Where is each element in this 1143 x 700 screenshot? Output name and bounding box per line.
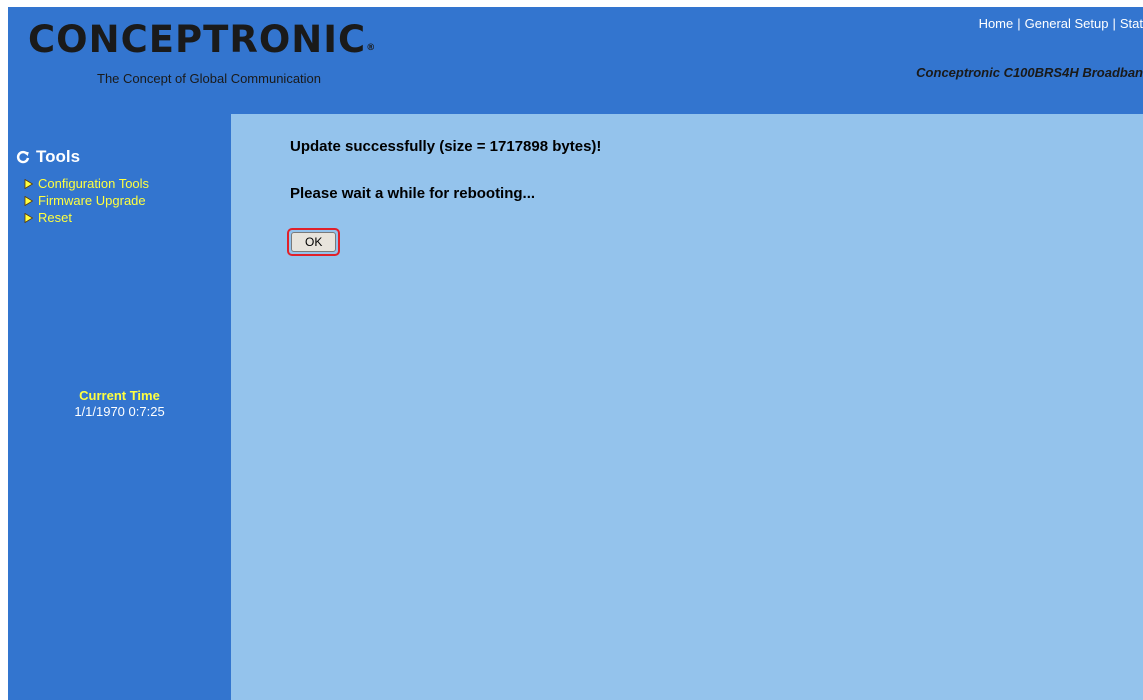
sidebar: Tools Configuration Tools Firmware Upgra… xyxy=(8,114,231,700)
current-time-label: Current Time xyxy=(79,388,160,403)
refresh-icon xyxy=(16,150,30,164)
conceptronic-logo: CONCEPTRONIC® xyxy=(28,18,377,61)
tagline: The Concept of Global Communication xyxy=(97,71,322,86)
sidebar-item-label: Firmware Upgrade xyxy=(38,193,146,208)
sidebar-item-label: Reset xyxy=(38,210,72,225)
triangle-right-icon xyxy=(24,212,33,223)
nav-status-link[interactable]: Stat xyxy=(1120,16,1143,31)
update-success-message: Update successfully (size = 1717898 byte… xyxy=(290,138,602,155)
ok-button[interactable]: OK xyxy=(291,232,337,252)
current-time-panel: Current Time 1/1/1970 0:7:25 xyxy=(8,388,231,420)
sidebar-item-configuration-tools[interactable]: Configuration Tools xyxy=(24,175,149,192)
sidebar-item-label: Configuration Tools xyxy=(38,176,150,191)
router-admin-frame: CONCEPTRONIC® The Concept of Global Comm… xyxy=(8,7,1143,700)
nav-general-setup-link[interactable]: General Setup xyxy=(1025,16,1109,31)
nav-home-link[interactable]: Home xyxy=(979,16,1014,31)
model-name: Conceptronic C100BRS4H Broadban xyxy=(916,65,1143,80)
sidebar-menu: Configuration Tools Firmware Upgrade Res… xyxy=(24,175,149,226)
triangle-right-icon xyxy=(24,195,33,206)
ok-button-focus-ring: OK xyxy=(287,228,341,256)
nav-separator: | xyxy=(1112,16,1116,31)
sidebar-item-firmware-upgrade[interactable]: Firmware Upgrade xyxy=(24,192,149,209)
triangle-right-icon xyxy=(24,178,33,189)
nav-separator: | xyxy=(1017,16,1021,31)
current-time-value: 1/1/1970 0:7:25 xyxy=(74,404,165,419)
reboot-wait-message: Please wait a while for rebooting... xyxy=(290,185,536,202)
sidebar-section-tools: Tools xyxy=(16,147,80,167)
sidebar-section-title: Tools xyxy=(36,147,81,166)
top-navigation: Home | General Setup | Stat xyxy=(979,16,1143,31)
sidebar-item-reset[interactable]: Reset xyxy=(24,209,149,226)
main-content: Update successfully (size = 1717898 byte… xyxy=(231,114,1143,700)
